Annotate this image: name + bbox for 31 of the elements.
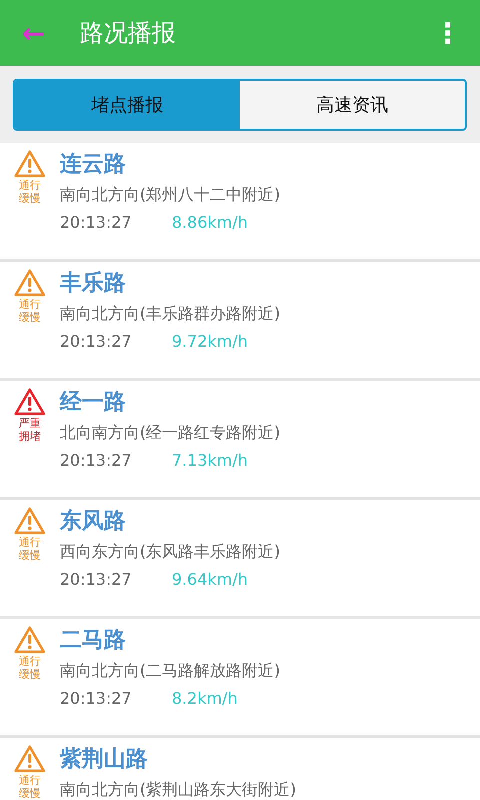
tab[interactable]: 高速资讯 [240, 81, 465, 129]
road-name: 连云路 [60, 151, 127, 179]
direction-text: 南向北方向(丰乐路群办路附近) [60, 303, 282, 325]
direction-text: 南向北方向(郑州八十二中附近) [60, 184, 282, 206]
speed-text: 9.64km/h [172, 569, 248, 591]
time-text: 20:13:27 [60, 212, 133, 234]
direction-text: 西向东方向(东风路丰乐路附近) [60, 541, 282, 563]
speed-text: 8.86km/h [172, 212, 248, 234]
status-label: 通行缓慢 [18, 775, 42, 800]
road-name: 二马路 [60, 627, 127, 655]
time-text: 20:13:27 [60, 569, 133, 591]
status-label: 严重拥堵 [18, 418, 42, 444]
time-text: 20:13:27 [60, 450, 133, 472]
road-name: 东风路 [60, 508, 127, 536]
status-label: 通行缓慢 [18, 656, 42, 682]
status-label: 通行缓慢 [18, 299, 42, 324]
page-title: 路况播报 [80, 18, 177, 49]
status-label: 通行缓慢 [18, 180, 42, 206]
time-text: 20:13:27 [60, 688, 133, 710]
road-name: 丰乐路 [60, 270, 127, 298]
tab[interactable]: 堵点播报 [15, 81, 240, 129]
speed-text: 7.13km/h [172, 450, 248, 472]
direction-text: 北向南方向(经一路红专路附近) [60, 422, 282, 444]
status-label: 通行缓慢 [18, 537, 42, 562]
direction-text: 南向北方向(紫荆山路东大街附近) [60, 779, 298, 800]
speed-text: 8.2km/h [172, 688, 238, 710]
direction-text: 南向北方向(二马路解放路附近) [60, 660, 282, 682]
time-text: 20:13:27 [60, 331, 133, 353]
road-name: 紫荆山路 [60, 746, 149, 774]
speed-text: 9.72km/h [172, 331, 248, 353]
road-name: 经一路 [60, 389, 127, 417]
